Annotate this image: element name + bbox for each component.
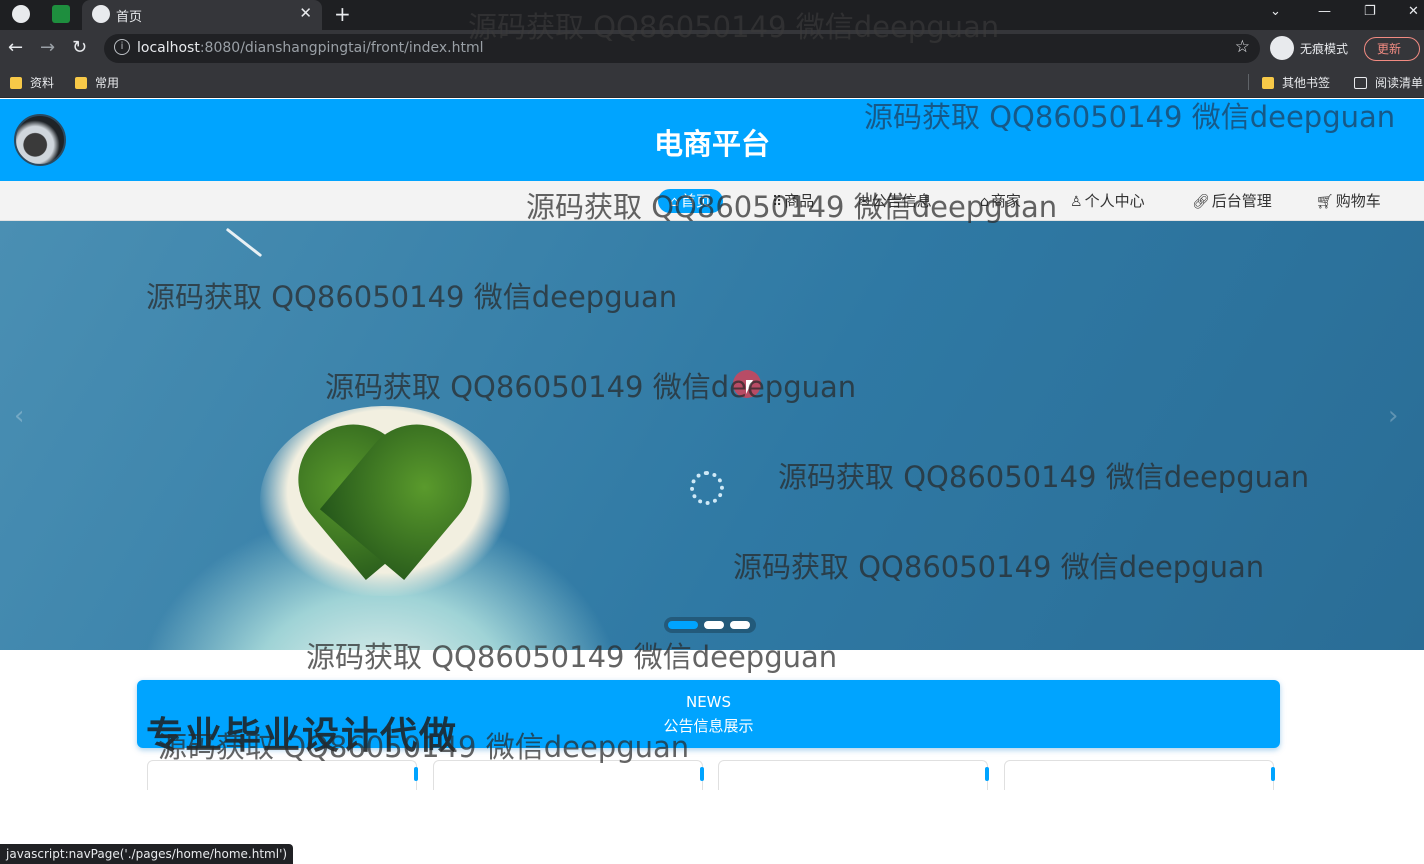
- card-accent: [985, 767, 989, 781]
- url-text: localhost:8080/dianshangpingtai/front/in…: [137, 40, 484, 56]
- browser-globe-icon[interactable]: [12, 5, 30, 23]
- star-icon[interactable]: ☆: [1235, 37, 1250, 57]
- update-button[interactable]: 更新⋮: [1364, 37, 1420, 78]
- promo-overlay-text: 专业毕业设计代做: [146, 714, 458, 757]
- carousel-dot-1[interactable]: [668, 621, 698, 629]
- carousel-prev-icon[interactable]: ‹: [14, 401, 24, 431]
- link-icon: 🔗︎: [1192, 194, 1210, 210]
- shop-icon: ⌂: [980, 194, 989, 210]
- chevron-down-icon[interactable]: ⌄: [1270, 4, 1281, 19]
- address-bar: ← → ↻ i localhost:8080/dianshangpingtai/…: [0, 30, 1424, 78]
- home-icon: ⌂: [670, 194, 679, 210]
- bookmark-folder-changyong[interactable]: 常用: [75, 74, 119, 91]
- carousel-next-icon[interactable]: ›: [1388, 401, 1398, 431]
- card-accent: [1271, 767, 1275, 781]
- restore-icon[interactable]: ❐: [1364, 4, 1376, 19]
- news-card[interactable]: [1004, 760, 1275, 790]
- carousel-dot-3[interactable]: [730, 621, 750, 629]
- folder-icon: [1262, 77, 1274, 89]
- new-tab-icon[interactable]: +: [334, 2, 351, 26]
- close-icon[interactable]: ✕: [299, 4, 312, 22]
- reading-list-icon: [1354, 77, 1367, 89]
- grid-icon: ⠿: [772, 194, 783, 210]
- browser-tab-bar: 首页 ✕ + ⌄ — ❐ ✕: [0, 0, 1424, 30]
- folder-icon: [75, 77, 87, 89]
- other-bookmarks[interactable]: 其他书签: [1262, 74, 1330, 91]
- nav-cart[interactable]: 🛒︎ 购物车: [1316, 189, 1381, 213]
- card-accent: [414, 767, 418, 781]
- card-accent: [700, 767, 704, 781]
- site-header: 电商平台: [0, 99, 1424, 181]
- loading-spinner-icon: [690, 471, 724, 505]
- globe-icon: [92, 5, 110, 23]
- mouse-cursor-icon: [746, 380, 753, 394]
- main-nav: ⌂ 首页 ⠿ 商品 ✉ 公告信息 ⌂ 商家 ♙ 个人中心 🔗︎ 后台管理 🛒︎ 购物车: [0, 181, 1424, 221]
- nav-admin[interactable]: 🔗︎ 后台管理: [1192, 189, 1272, 213]
- island-image: [260, 396, 510, 596]
- window-close-icon[interactable]: ✕: [1408, 4, 1419, 19]
- carousel[interactable]: ‹ ›: [0, 221, 1424, 650]
- site-title: 电商平台: [653, 127, 770, 161]
- info-icon[interactable]: i: [114, 39, 130, 55]
- reload-icon[interactable]: ↻: [72, 37, 87, 58]
- reading-list[interactable]: 阅读清单: [1354, 74, 1423, 91]
- nav-merchants[interactable]: ⌂ 商家: [980, 189, 1021, 213]
- nav-profile[interactable]: ♙ 个人中心: [1070, 189, 1145, 213]
- url-input[interactable]: i localhost:8080/dianshangpingtai/front/…: [104, 34, 1260, 63]
- minimize-icon[interactable]: —: [1318, 4, 1331, 19]
- news-card[interactable]: [147, 760, 418, 790]
- bookmark-folder-ziliao[interactable]: 资料: [10, 74, 54, 91]
- user-icon: ♙: [1070, 194, 1083, 210]
- cart-icon: 🛒︎: [1316, 194, 1334, 210]
- bookmark-separator: [1248, 74, 1249, 90]
- incognito-label: 无痕模式: [1300, 42, 1349, 56]
- boat-image: [225, 227, 263, 258]
- carousel-indicators: [664, 617, 756, 633]
- news-card[interactable]: [433, 760, 704, 790]
- back-icon[interactable]: ←: [8, 37, 23, 58]
- folder-icon: [10, 77, 22, 89]
- nav-products[interactable]: ⠿ 商品: [772, 189, 814, 213]
- incognito-icon: [1270, 36, 1294, 60]
- bookmarks-bar: 资料 常用 其他书签 阅读清单: [0, 66, 1424, 98]
- tab-home[interactable]: 首页 ✕: [82, 0, 322, 30]
- nav-home[interactable]: ⌂ 首页: [658, 189, 723, 213]
- carousel-dot-2[interactable]: [704, 621, 724, 629]
- sheets-tab-icon[interactable]: [52, 5, 70, 23]
- news-card[interactable]: [718, 760, 989, 790]
- forward-icon[interactable]: →: [40, 37, 55, 58]
- nav-notices[interactable]: ✉ 公告信息: [858, 189, 932, 213]
- notice-icon: ✉: [858, 194, 870, 210]
- status-bar: javascript:navPage('./pages/home/home.ht…: [0, 844, 294, 864]
- tab-title: 首页: [116, 10, 143, 25]
